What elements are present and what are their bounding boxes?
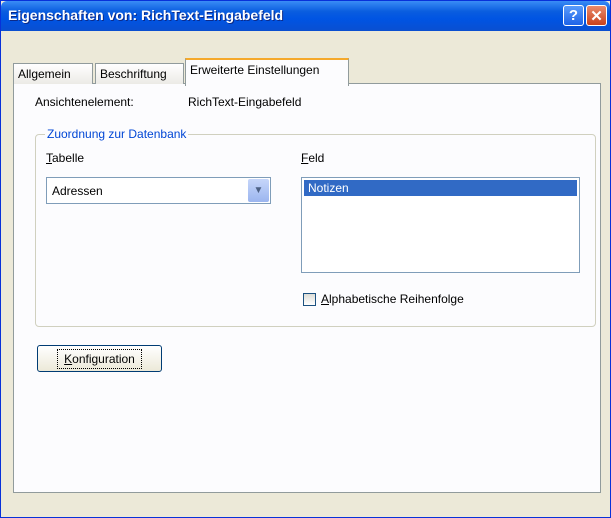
alphabetical-order-label[interactable]: Alphabetische Reihenfolge — [321, 292, 464, 306]
help-icon[interactable]: ? — [563, 5, 584, 26]
configuration-button[interactable]: Konfiguration — [37, 345, 162, 372]
tab-beschriftung[interactable]: Beschriftung — [95, 63, 184, 84]
checkbox-text: lphabetische Reihenfolge — [329, 292, 464, 306]
title-bar[interactable]: Eigenschaften von: RichText-Eingabefeld … — [1, 1, 610, 31]
dialog-window: Eigenschaften von: RichText-Eingabefeld … — [0, 0, 611, 518]
button-mnemonic: K — [64, 351, 73, 366]
configuration-button-label: Konfiguration — [57, 348, 142, 369]
view-element-label: Ansichtenelement: — [35, 95, 134, 109]
tab-label: Allgemein — [18, 67, 71, 81]
tab-allgemein[interactable]: Allgemein — [13, 63, 93, 84]
checkbox-mnemonic: A — [321, 292, 330, 306]
list-item[interactable]: Notizen — [304, 180, 577, 196]
alphabetical-order-checkbox[interactable] — [303, 293, 316, 306]
chevron-down-icon[interactable]: ▼ — [248, 179, 269, 202]
close-icon[interactable]: ✕ — [586, 5, 607, 26]
field-label-text: eld — [308, 151, 325, 165]
table-label: Tabelle — [46, 151, 84, 165]
button-text: onfiguration — [72, 351, 135, 366]
table-select[interactable]: Adressen ▼ — [46, 177, 271, 204]
field-label: Feld — [301, 151, 324, 165]
window-title: Eigenschaften von: RichText-Eingabefeld — [8, 7, 284, 23]
field-list[interactable]: Notizen — [301, 177, 580, 273]
tab-label: Beschriftung — [100, 67, 167, 81]
group-title: Zuordnung zur Datenbank — [45, 127, 189, 141]
view-element-value: RichText-Eingabefeld — [188, 95, 302, 109]
table-select-value: Adressen — [52, 184, 103, 198]
tab-label: Erweiterte Einstellungen — [190, 63, 320, 77]
table-label-text: abelle — [52, 151, 85, 165]
tab-erweiterte-einstellungen[interactable]: Erweiterte Einstellungen — [185, 58, 349, 86]
